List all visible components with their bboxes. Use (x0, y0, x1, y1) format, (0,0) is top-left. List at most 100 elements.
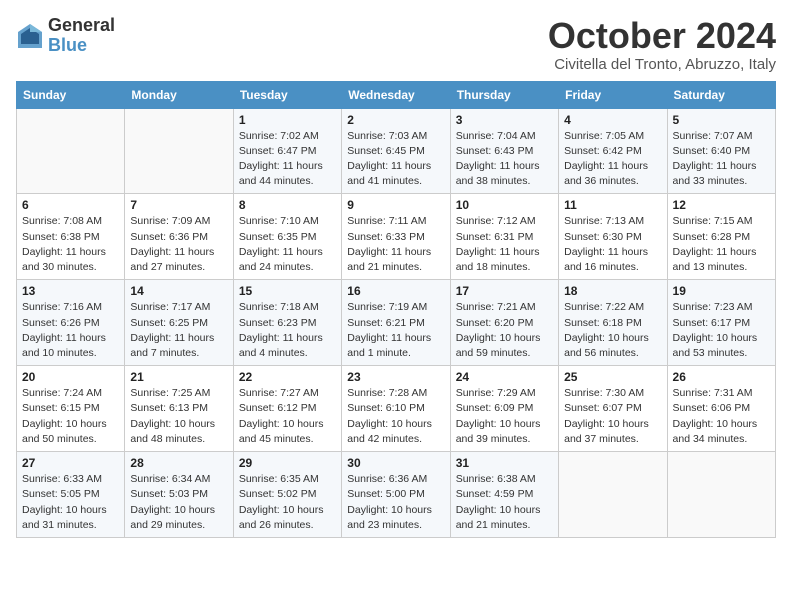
day-number: 31 (456, 456, 553, 470)
calendar-day-cell: 21 Sunrise: 7:25 AM Sunset: 6:13 PM Dayli… (125, 366, 233, 452)
weekday-header-cell: Sunday (17, 81, 125, 108)
day-number: 10 (456, 198, 553, 212)
day-number: 26 (673, 370, 770, 384)
day-info: Sunrise: 7:28 AM Sunset: 6:10 PM Dayligh… (347, 386, 444, 447)
calendar-day-cell: 20 Sunrise: 7:24 AM Sunset: 6:15 PM Dayli… (17, 366, 125, 452)
calendar-header: SundayMondayTuesdayWednesdayThursdayFrid… (17, 81, 776, 108)
calendar-day-cell: 25Sunrise: 7:30 AM Sunset: 6:07 PM Dayli… (559, 366, 667, 452)
day-number: 29 (239, 456, 336, 470)
calendar-day-cell: 16 Sunrise: 7:19 AM Sunset: 6:21 PM Dayli… (342, 280, 450, 366)
month-title: October 2024 (548, 16, 776, 56)
calendar-day-cell: 4 Sunrise: 7:05 AM Sunset: 6:42 PM Daylig… (559, 108, 667, 194)
day-number: 6 (22, 198, 119, 212)
calendar-week-row: 13 Sunrise: 7:16 AM Sunset: 6:26 PM Dayli… (17, 280, 776, 366)
calendar-day-cell: 28 Sunrise: 6:34 AM Sunset: 5:03 PM Dayli… (125, 452, 233, 538)
day-info: Sunrise: 7:17 AM Sunset: 6:25 PM Dayligh… (130, 300, 227, 361)
calendar-week-row: 6 Sunrise: 7:08 AM Sunset: 6:38 PM Daylig… (17, 194, 776, 280)
day-number: 11 (564, 198, 661, 212)
calendar-day-cell: 30Sunrise: 6:36 AM Sunset: 5:00 PM Dayli… (342, 452, 450, 538)
day-info: Sunrise: 7:13 AM Sunset: 6:30 PM Dayligh… (564, 214, 661, 275)
calendar-day-cell: 8Sunrise: 7:10 AM Sunset: 6:35 PM Daylig… (233, 194, 341, 280)
day-number: 19 (673, 284, 770, 298)
calendar-week-row: 20 Sunrise: 7:24 AM Sunset: 6:15 PM Dayli… (17, 366, 776, 452)
calendar-day-cell: 10 Sunrise: 7:12 AM Sunset: 6:31 PM Dayli… (450, 194, 558, 280)
day-info: Sunrise: 6:35 AM Sunset: 5:02 PM Dayligh… (239, 472, 336, 533)
weekday-header-row: SundayMondayTuesdayWednesdayThursdayFrid… (17, 81, 776, 108)
day-info: Sunrise: 7:23 AM Sunset: 6:17 PM Dayligh… (673, 300, 770, 361)
calendar-week-row: 1Sunrise: 7:02 AM Sunset: 6:47 PM Daylig… (17, 108, 776, 194)
logo-icon (16, 22, 44, 50)
weekday-header-cell: Tuesday (233, 81, 341, 108)
day-number: 9 (347, 198, 444, 212)
day-info: Sunrise: 7:04 AM Sunset: 6:43 PM Dayligh… (456, 129, 553, 190)
day-number: 17 (456, 284, 553, 298)
day-number: 15 (239, 284, 336, 298)
day-number: 25 (564, 370, 661, 384)
day-info: Sunrise: 7:22 AM Sunset: 6:18 PM Dayligh… (564, 300, 661, 361)
weekday-header-cell: Monday (125, 81, 233, 108)
day-info: Sunrise: 7:12 AM Sunset: 6:31 PM Dayligh… (456, 214, 553, 275)
logo-text: General Blue (48, 16, 115, 56)
day-number: 22 (239, 370, 336, 384)
day-number: 5 (673, 113, 770, 127)
day-info: Sunrise: 7:11 AM Sunset: 6:33 PM Dayligh… (347, 214, 444, 275)
day-info: Sunrise: 7:21 AM Sunset: 6:20 PM Dayligh… (456, 300, 553, 361)
day-number: 4 (564, 113, 661, 127)
calendar-day-cell: 3 Sunrise: 7:04 AM Sunset: 6:43 PM Daylig… (450, 108, 558, 194)
day-number: 18 (564, 284, 661, 298)
day-info: Sunrise: 6:33 AM Sunset: 5:05 PM Dayligh… (22, 472, 119, 533)
weekday-header-cell: Thursday (450, 81, 558, 108)
calendar-day-cell: 6 Sunrise: 7:08 AM Sunset: 6:38 PM Daylig… (17, 194, 125, 280)
day-info: Sunrise: 7:19 AM Sunset: 6:21 PM Dayligh… (347, 300, 444, 361)
day-number: 3 (456, 113, 553, 127)
calendar-week-row: 27Sunrise: 6:33 AM Sunset: 5:05 PM Dayli… (17, 452, 776, 538)
day-info: Sunrise: 7:03 AM Sunset: 6:45 PM Dayligh… (347, 129, 444, 190)
title-block: October 2024 Civitella del Tronto, Abruz… (548, 16, 776, 73)
calendar-day-cell (667, 452, 775, 538)
calendar-table: SundayMondayTuesdayWednesdayThursdayFrid… (16, 81, 776, 538)
calendar-day-cell: 14Sunrise: 7:17 AM Sunset: 6:25 PM Dayli… (125, 280, 233, 366)
location: Civitella del Tronto, Abruzzo, Italy (548, 56, 776, 73)
calendar-day-cell: 1Sunrise: 7:02 AM Sunset: 6:47 PM Daylig… (233, 108, 341, 194)
day-info: Sunrise: 7:10 AM Sunset: 6:35 PM Dayligh… (239, 214, 336, 275)
day-number: 24 (456, 370, 553, 384)
day-info: Sunrise: 7:27 AM Sunset: 6:12 PM Dayligh… (239, 386, 336, 447)
calendar-day-cell: 15 Sunrise: 7:18 AM Sunset: 6:23 PM Dayli… (233, 280, 341, 366)
calendar-body: 1Sunrise: 7:02 AM Sunset: 6:47 PM Daylig… (17, 108, 776, 537)
calendar-day-cell: 9 Sunrise: 7:11 AM Sunset: 6:33 PM Daylig… (342, 194, 450, 280)
day-info: Sunrise: 7:16 AM Sunset: 6:26 PM Dayligh… (22, 300, 119, 361)
calendar-day-cell: 12 Sunrise: 7:15 AM Sunset: 6:28 PM Dayli… (667, 194, 775, 280)
day-info: Sunrise: 7:31 AM Sunset: 6:06 PM Dayligh… (673, 386, 770, 447)
day-info: Sunrise: 7:08 AM Sunset: 6:38 PM Dayligh… (22, 214, 119, 275)
day-info: Sunrise: 7:24 AM Sunset: 6:15 PM Dayligh… (22, 386, 119, 447)
calendar-day-cell (559, 452, 667, 538)
day-number: 16 (347, 284, 444, 298)
day-info: Sunrise: 6:34 AM Sunset: 5:03 PM Dayligh… (130, 472, 227, 533)
day-number: 12 (673, 198, 770, 212)
day-number: 7 (130, 198, 227, 212)
calendar-day-cell (125, 108, 233, 194)
calendar-day-cell: 29 Sunrise: 6:35 AM Sunset: 5:02 PM Dayli… (233, 452, 341, 538)
day-info: Sunrise: 7:15 AM Sunset: 6:28 PM Dayligh… (673, 214, 770, 275)
logo-line1: General (48, 16, 115, 36)
calendar-day-cell: 22 Sunrise: 7:27 AM Sunset: 6:12 PM Dayli… (233, 366, 341, 452)
calendar-day-cell: 19 Sunrise: 7:23 AM Sunset: 6:17 PM Dayli… (667, 280, 775, 366)
weekday-header-cell: Wednesday (342, 81, 450, 108)
day-info: Sunrise: 7:25 AM Sunset: 6:13 PM Dayligh… (130, 386, 227, 447)
day-info: Sunrise: 7:18 AM Sunset: 6:23 PM Dayligh… (239, 300, 336, 361)
calendar-day-cell: 26 Sunrise: 7:31 AM Sunset: 6:06 PM Dayli… (667, 366, 775, 452)
day-number: 13 (22, 284, 119, 298)
day-info: Sunrise: 7:09 AM Sunset: 6:36 PM Dayligh… (130, 214, 227, 275)
day-number: 20 (22, 370, 119, 384)
calendar-day-cell: 18 Sunrise: 7:22 AM Sunset: 6:18 PM Dayli… (559, 280, 667, 366)
day-number: 1 (239, 113, 336, 127)
day-info: Sunrise: 7:07 AM Sunset: 6:40 PM Dayligh… (673, 129, 770, 190)
calendar-day-cell: 24Sunrise: 7:29 AM Sunset: 6:09 PM Dayli… (450, 366, 558, 452)
weekday-header-cell: Saturday (667, 81, 775, 108)
day-info: Sunrise: 7:05 AM Sunset: 6:42 PM Dayligh… (564, 129, 661, 190)
calendar-day-cell: 13 Sunrise: 7:16 AM Sunset: 6:26 PM Dayli… (17, 280, 125, 366)
day-number: 28 (130, 456, 227, 470)
logo: General Blue (16, 16, 115, 56)
day-number: 21 (130, 370, 227, 384)
day-number: 30 (347, 456, 444, 470)
